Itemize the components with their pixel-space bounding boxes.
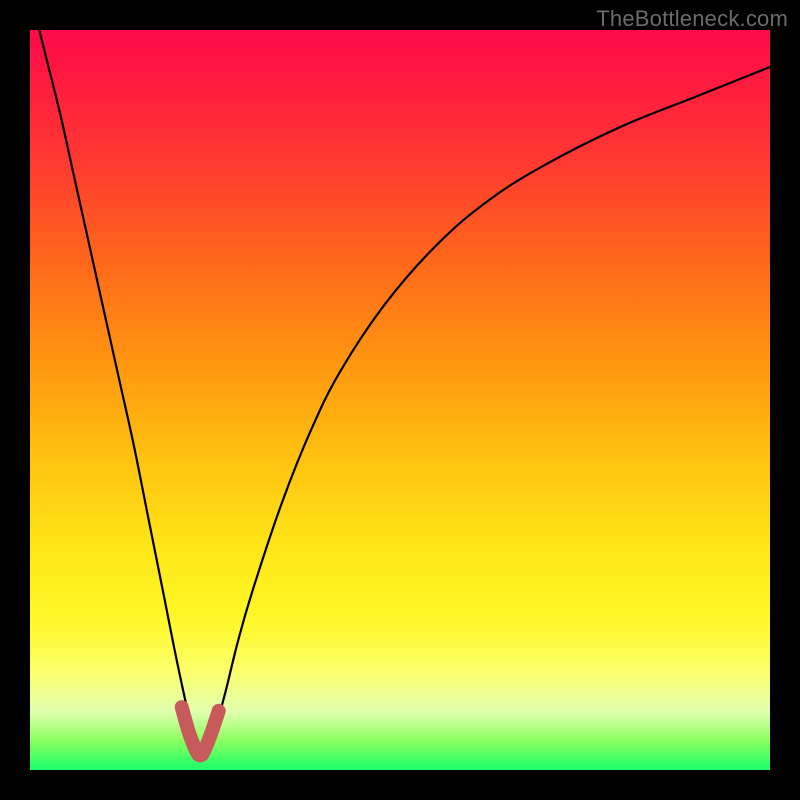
curve-layer (30, 30, 770, 770)
chart-frame: TheBottleneck.com (0, 0, 800, 800)
bottleneck-curve (30, 30, 770, 757)
plot-area (30, 30, 770, 770)
valley-marker-icon (182, 707, 219, 755)
watermark-label: TheBottleneck.com (596, 6, 788, 32)
